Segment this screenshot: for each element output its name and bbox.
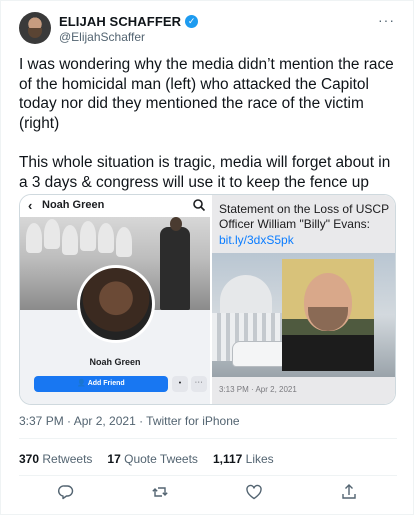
tweet-card: ELIJAH SCHAFFER ✓ @ElijahSchaffer ··· I …: [0, 0, 414, 515]
verified-badge-icon: ✓: [185, 15, 199, 28]
author-name-row: ELIJAH SCHAFFER ✓: [59, 14, 199, 29]
divider: [19, 438, 397, 439]
add-friend-button: 👤 Add Friend: [34, 376, 168, 392]
tweet-paragraph-1: I was wondering why the media didn’t men…: [19, 56, 394, 132]
quotes-stat[interactable]: 17 Quote Tweets: [107, 452, 198, 466]
tweet-header: ELIJAH SCHAFFER ✓ @ElijahSchaffer ···: [19, 12, 399, 48]
search-icon: [193, 199, 206, 212]
media-image-right[interactable]: Statement on the Loss of USCP Officer Wi…: [212, 195, 395, 404]
tweet-paragraph-2: This whole situation is tragic, media wi…: [19, 153, 391, 191]
retweets-label: Retweets: [42, 452, 93, 466]
author-avatar[interactable]: [19, 12, 51, 44]
add-friend-icon: 👤: [77, 380, 88, 387]
facebook-top-bar: ‹ Noah Green: [20, 195, 210, 217]
reply-icon[interactable]: [57, 483, 75, 501]
tweet-timestamp[interactable]: 3:37 PM · Apr 2, 2021 · Twitter for iPho…: [19, 414, 240, 428]
media-image-left[interactable]: ‹ Noah Green Noah Green 👤 Add Friend • ·…: [20, 195, 210, 404]
tweet-stats: 370 Retweets 17 Quote Tweets 1,117 Likes: [19, 452, 289, 466]
message-text: Statement on the Loss of USCP Officer Wi…: [219, 202, 389, 231]
message-link: bit.ly/3dxS5pk: [219, 233, 294, 247]
facebook-profile-photo: [77, 265, 155, 343]
likes-stat[interactable]: 1,117 Likes: [213, 452, 274, 466]
more-options-icon[interactable]: ···: [378, 12, 395, 28]
author-display-name[interactable]: ELIJAH SCHAFFER: [59, 14, 181, 29]
add-friend-label: Add Friend: [87, 380, 125, 387]
facebook-more-icon: ···: [191, 376, 207, 392]
facebook-profile-name: Noah Green: [89, 357, 141, 367]
likes-label: Likes: [245, 452, 274, 466]
back-chevron-icon: ‹: [28, 198, 33, 213]
tweet-actions: [19, 477, 397, 507]
tweet-media[interactable]: ‹ Noah Green Noah Green 👤 Add Friend • ·…: [19, 194, 396, 405]
like-icon[interactable]: [245, 483, 263, 501]
capitol-dome: [220, 275, 272, 313]
retweet-icon[interactable]: [151, 483, 169, 501]
message-timestamp: 3:13 PM · Apr 2, 2021: [219, 385, 297, 394]
divider: [19, 475, 397, 476]
officer-portrait: [282, 259, 374, 371]
share-icon[interactable]: [340, 483, 358, 501]
retweets-stat[interactable]: 370 Retweets: [19, 452, 92, 466]
facebook-profile-title: Noah Green: [42, 199, 105, 211]
message-bubble: Statement on the Loss of USCP Officer Wi…: [212, 195, 395, 404]
messenger-icon: •: [172, 376, 188, 392]
quotes-count: 17: [107, 452, 121, 466]
tweet-text: I was wondering why the media didn’t men…: [19, 55, 401, 192]
avatar-beard: [28, 28, 42, 38]
retweets-count: 370: [19, 452, 40, 466]
quotes-label: Quote Tweets: [124, 452, 198, 466]
author-handle[interactable]: @ElijahSchaffer: [59, 30, 145, 44]
capitol-photo: [212, 253, 395, 377]
likes-count: 1,117: [212, 452, 243, 466]
